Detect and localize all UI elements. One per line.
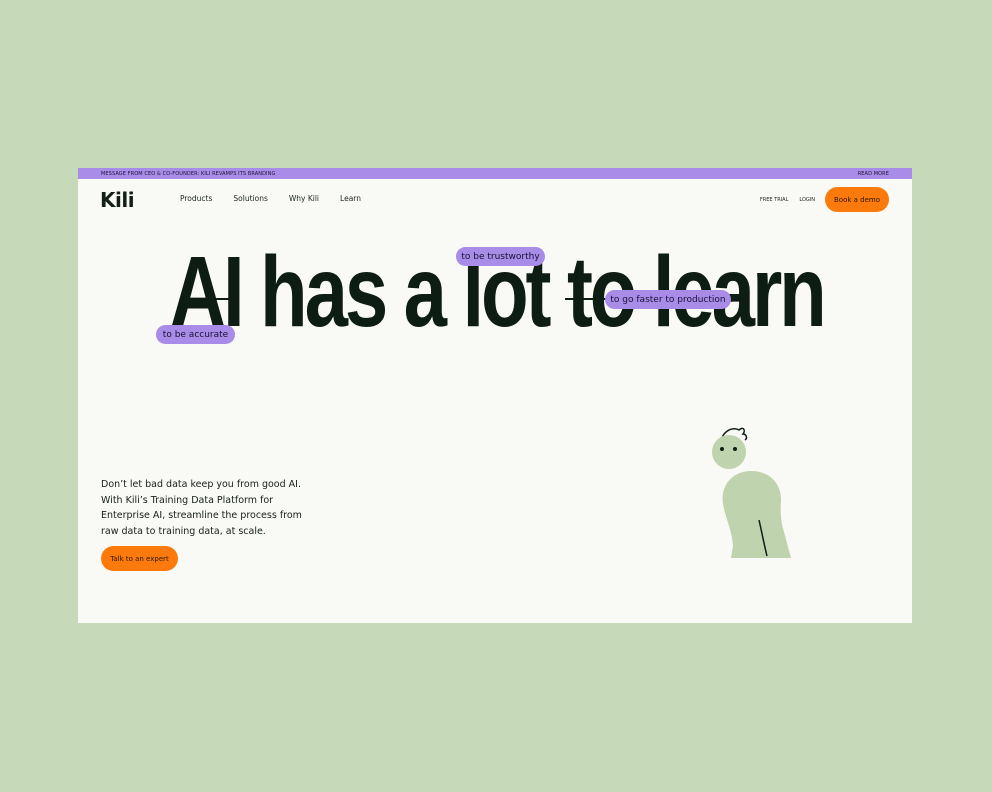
announcement-message[interactable]: MESSAGE FROM CEO & CO-FOUNDER: KILI REVA… (101, 171, 275, 177)
nav-item-solutions[interactable]: Solutions (233, 194, 267, 203)
top-navigation: Kili Products Solutions Why Kili Learn F… (78, 179, 912, 223)
browser-page: MESSAGE FROM CEO & CO-FOUNDER: KILI REVA… (78, 168, 912, 623)
announcement-bar: MESSAGE FROM CEO & CO-FOUNDER: KILI REVA… (78, 168, 912, 179)
person-illustration (712, 427, 791, 558)
talk-to-expert-button[interactable]: Talk to an expert (101, 546, 178, 571)
hero-description: Don’t let bad data keep you from good AI… (101, 479, 302, 537)
nav-item-products[interactable]: Products (180, 194, 212, 203)
free-trial-link[interactable]: FREE TRIAL (760, 197, 788, 203)
nav-item-why-kili[interactable]: Why Kili (289, 194, 319, 203)
nav-actions: FREE TRIAL LOGIN Book a demo (760, 187, 889, 212)
strikethrough-ai (182, 298, 234, 300)
read-more-link[interactable]: READ MORE (858, 171, 889, 177)
kili-logo[interactable]: Kili (100, 188, 135, 212)
login-link[interactable]: LOGIN (799, 197, 815, 203)
nav-item-learn[interactable]: Learn (340, 194, 361, 203)
tag-trustworthy: to be trustworthy (456, 247, 545, 266)
nav-links: Products Solutions Why Kili Learn (180, 194, 361, 203)
book-demo-button[interactable]: Book a demo (825, 187, 889, 212)
tag-accurate: to be accurate (156, 325, 235, 344)
tag-production: to go faster to production (605, 290, 731, 309)
